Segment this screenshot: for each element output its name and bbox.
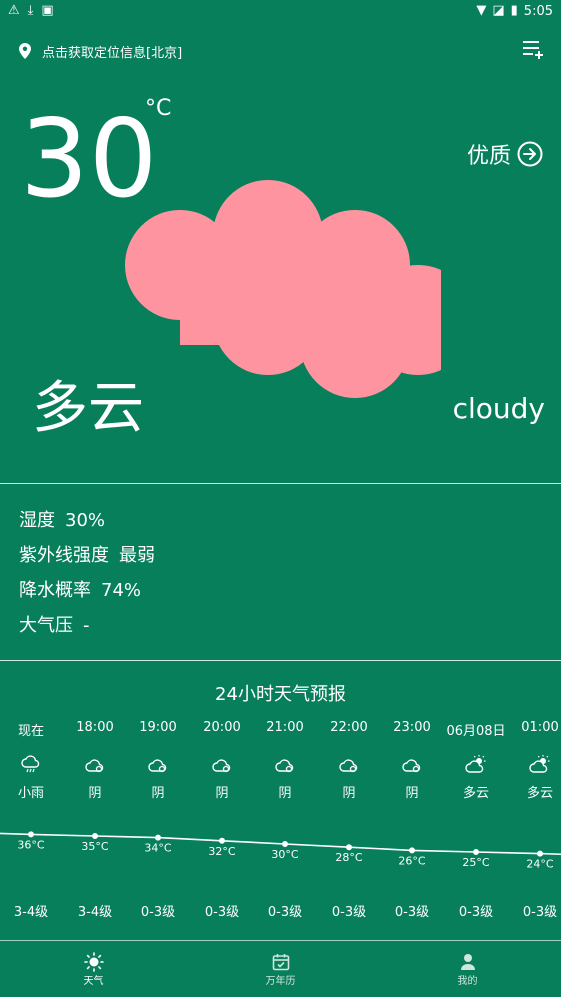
forecast-title: 24小时天气预报 xyxy=(215,684,346,705)
nav-profile[interactable]: 我的 xyxy=(374,941,561,997)
overcast-cloud-icon xyxy=(402,759,421,773)
pressure-row: 大气压 - xyxy=(19,615,90,636)
forecast-condition: 小雨 xyxy=(17,786,44,801)
download-icon: ⤓ xyxy=(27,3,34,18)
air-quality-label: 优质 xyxy=(466,144,511,169)
overcast-cloud-icon xyxy=(212,759,231,773)
temperature-label: 26°C xyxy=(398,854,425,867)
forecast-wind: 0-3级 xyxy=(267,905,303,920)
precipitation-row: 降水概率 74% xyxy=(19,580,142,601)
rain-cloud-icon xyxy=(21,755,40,773)
forecast-condition: 阴 xyxy=(215,786,229,801)
forecast-wind: 0-3级 xyxy=(522,905,558,920)
temperature-label: 34°C xyxy=(144,842,171,855)
location-row[interactable]: 点击获取定位信息[北京] xyxy=(18,40,182,62)
temperature-point xyxy=(282,841,288,847)
temperature-label: 24°C xyxy=(526,858,553,871)
forecast-time: 18:00 xyxy=(76,720,114,735)
temperature-point xyxy=(219,837,225,844)
condition-english: cloudy xyxy=(452,392,545,425)
forecast-wind: 0-3级 xyxy=(331,905,367,920)
forecast-condition: 阴 xyxy=(342,786,356,801)
forecast-condition: 阴 xyxy=(278,786,292,801)
humidity-row: 湿度 30% xyxy=(19,510,106,531)
temperature-label: 25°C xyxy=(462,856,489,869)
forecast-wind: 3-4级 xyxy=(13,905,49,920)
temperature-line-chart: 36°C 35°C 34°C 32°C 30°C 28°C 26°C 25°C 24°C xyxy=(0,831,561,871)
air-quality-button[interactable]: 优质 xyxy=(467,138,543,170)
sun-icon xyxy=(83,951,104,972)
nav-weather[interactable]: 天气 xyxy=(0,941,187,997)
temperature-point xyxy=(537,850,543,857)
temperature-label: 32°C xyxy=(208,845,235,858)
temperature-point xyxy=(92,833,98,839)
nav-calendar[interactable]: 万年历 xyxy=(187,941,374,997)
temperature-point xyxy=(155,834,161,841)
person-icon xyxy=(460,953,475,970)
forecast-time: 19:00 xyxy=(139,720,177,735)
forecast-time: 01:00 xyxy=(521,720,559,735)
overcast-cloud-icon xyxy=(85,759,104,773)
warning-icon: ⚠ xyxy=(8,3,20,18)
temperature-label: 28°C xyxy=(335,851,362,864)
forecast-condition: 多云 xyxy=(526,786,553,801)
forecast-wind: 0-3级 xyxy=(140,905,176,920)
weather-details: 湿度 30% 紫外线强度 最弱 降水概率 74% 大气压 - xyxy=(19,503,155,643)
divider xyxy=(0,660,561,661)
temperature-point xyxy=(473,849,479,855)
forecast-wind: 0-3级 xyxy=(458,905,494,920)
temperature-point xyxy=(409,847,415,854)
condition-chinese: 多云 xyxy=(32,376,144,441)
divider xyxy=(0,483,561,484)
overcast-cloud-icon xyxy=(339,759,358,773)
forecast-time: 22:00 xyxy=(330,720,368,735)
uv-row: 紫外线强度 最弱 xyxy=(19,545,155,566)
forecast-time: 现在 xyxy=(17,724,44,739)
partly-cloudy-icon xyxy=(465,755,486,773)
battery-icon: ▮ xyxy=(510,3,518,18)
forecast-wind: 0-3级 xyxy=(394,905,430,920)
no-sim-icon: ◪ xyxy=(492,3,505,18)
forecast-time: 20:00 xyxy=(203,720,241,735)
forecast-condition: 多云 xyxy=(462,786,489,801)
overcast-cloud-icon xyxy=(275,759,294,773)
temperature-label: 36°C xyxy=(17,838,44,851)
location-pin-icon xyxy=(19,43,31,59)
forecast-condition: 阴 xyxy=(88,786,102,801)
forecast-wind: 0-3级 xyxy=(204,905,240,920)
bottom-navigation: 天气 万年历 我的 xyxy=(0,941,561,997)
temperature-unit: °C xyxy=(145,96,172,121)
calendar-icon xyxy=(272,953,289,970)
forecast-time: 23:00 xyxy=(393,720,431,735)
temperature-label: 30°C xyxy=(271,848,298,861)
partly-cloudy-icon xyxy=(529,755,550,773)
forecast-condition: 阴 xyxy=(405,786,419,801)
forecast-wind: 3-4级 xyxy=(77,905,113,920)
location-text: 点击获取定位信息[北京] xyxy=(42,45,183,61)
status-bar: ⚠ ⤓ ▣ ▼ ◪ ▮ 5:05 xyxy=(0,0,561,24)
forecast-condition: 阴 xyxy=(151,786,165,801)
forecast-time: 06月08日 xyxy=(446,724,506,739)
temperature-point xyxy=(28,831,34,838)
forecast-time: 21:00 xyxy=(266,720,304,735)
add-city-menu-icon[interactable] xyxy=(521,38,543,60)
cloudy-illustration-icon xyxy=(125,180,441,398)
status-time: 5:05 xyxy=(523,3,553,19)
temperature-label: 35°C xyxy=(81,840,108,853)
wifi-icon: ▼ xyxy=(476,3,487,18)
app-notification-icon: ▣ xyxy=(41,3,54,18)
overcast-cloud-icon xyxy=(148,759,167,773)
temperature-point xyxy=(346,844,352,851)
arrow-right-circle-icon xyxy=(517,141,543,167)
